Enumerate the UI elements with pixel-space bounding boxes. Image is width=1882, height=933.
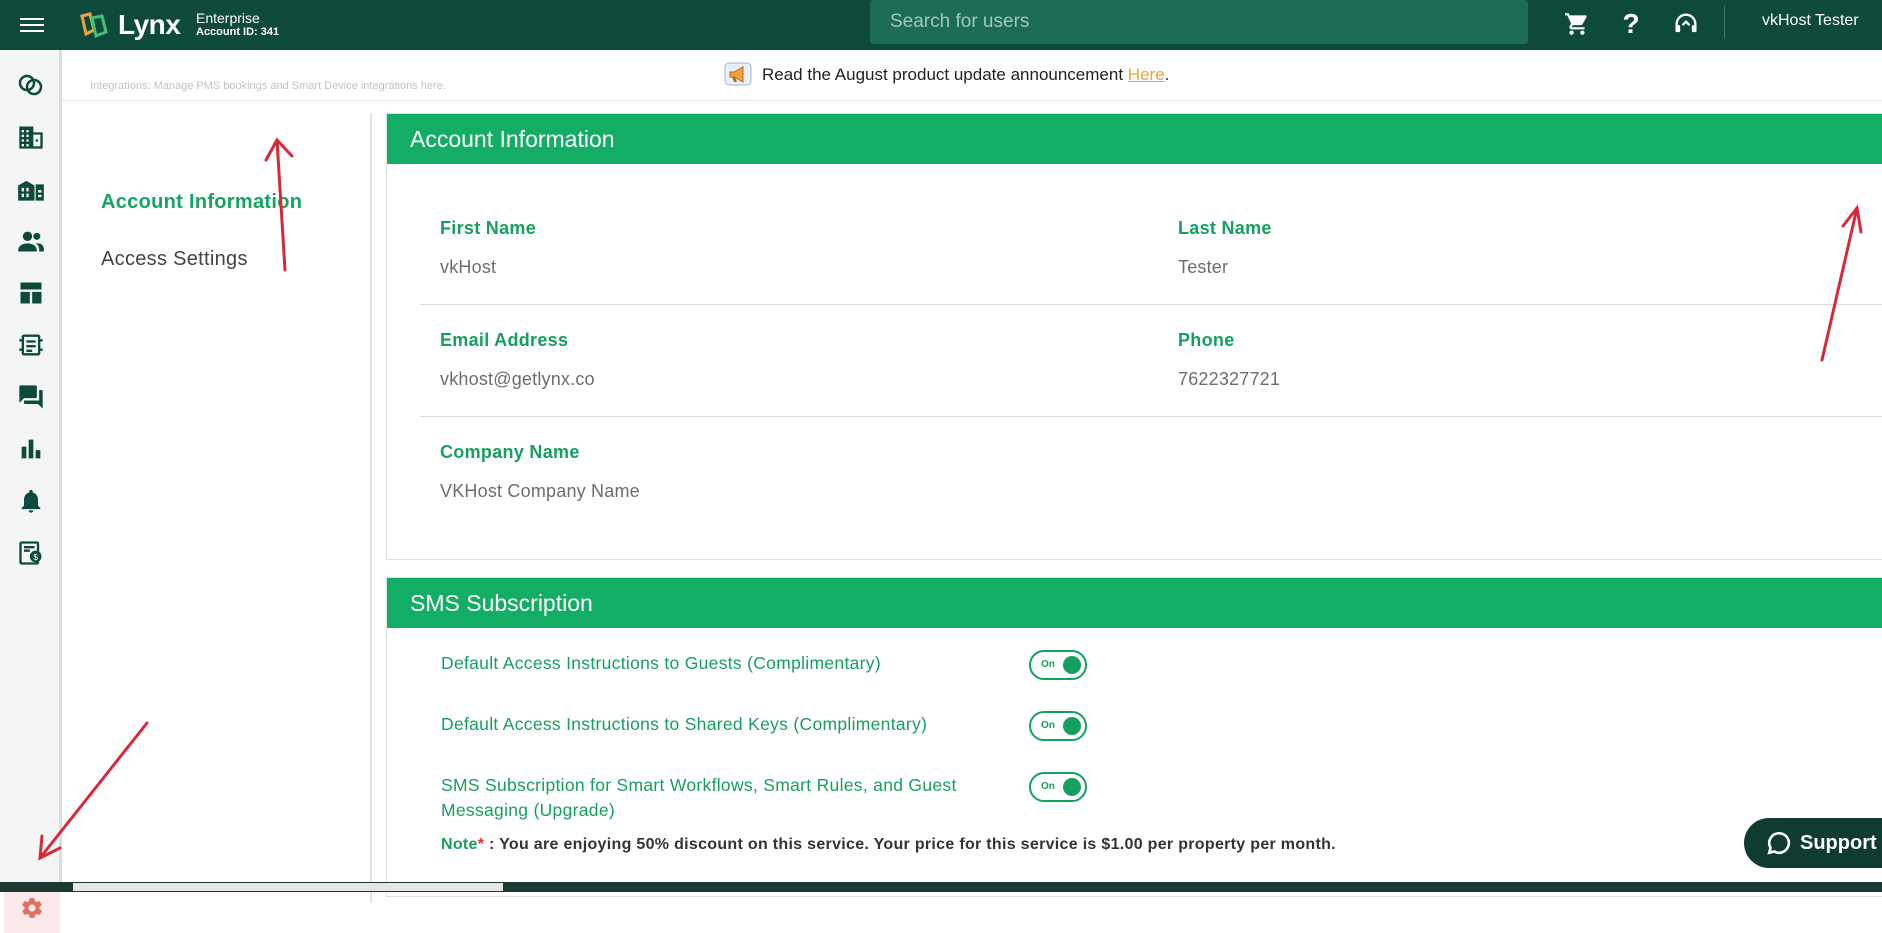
row-divider [420,416,1882,417]
announcement-link[interactable]: Here [1128,65,1165,85]
announcement-bar: Read the August product update announcem… [724,62,1169,88]
sms-subscription-title: SMS Subscription [387,578,1882,628]
company-field: Company Name VKHost Company Name [440,442,640,502]
cart-icon[interactable] [1561,8,1593,40]
toggle-upgrade-label: On [1041,781,1055,792]
scrollbar-thumb[interactable] [73,883,503,891]
email-label: Email Address [440,330,569,350]
email-field: Email Address vkhost@getlynx.co [440,330,595,390]
horizontal-scrollbar[interactable] [0,882,1882,892]
support-label: Support [1800,831,1877,854]
first-name-field: First Name vkHost [440,218,536,278]
help-icon[interactable]: ? [1615,8,1647,40]
side-nav: $ [0,50,62,933]
settings-menu: Account Information Access Settings [62,113,372,903]
last-name-value: Tester [1178,257,1229,277]
sms-row-shared-keys: Default Access Instructions to Shared Ke… [441,714,928,734]
plan-name: Enterprise [196,10,260,26]
phone-label: Phone [1178,330,1235,350]
toggle-shared-keys-label: On [1041,720,1055,731]
topbar-divider [1724,6,1725,38]
plan-info: Enterprise Account ID: 341 [196,10,280,39]
devices-icon[interactable] [14,328,48,362]
analytics-icon[interactable] [14,432,48,466]
email-value: vkhost@getlynx.co [440,369,595,389]
top-bar: Lynx Enterprise Account ID: 341 ? vkHost… [0,0,1882,50]
search-input[interactable] [890,11,1528,33]
page-hint: Integrations: Manage PMS bookings and Sm… [90,80,446,92]
first-name-label: First Name [440,218,537,238]
search-box[interactable] [870,0,1528,44]
toggle-guests[interactable]: On [1029,650,1087,680]
account-information-card: Account Information First Name vkHost La… [386,113,1882,560]
menu-access-settings[interactable]: Access Settings [101,248,248,271]
users-icon[interactable] [14,224,48,258]
account-id: Account ID: 341 [196,26,280,39]
first-name-value: vkHost [440,257,497,277]
announcement-end: . [1164,65,1170,84]
toggle-shared-keys[interactable]: On [1029,711,1087,741]
sms-subscription-card: SMS Subscription Default Access Instruct… [386,577,1882,897]
building-icon[interactable] [14,120,48,154]
bell-icon[interactable] [14,484,48,518]
phone-value: 7622327721 [1178,369,1281,389]
support-button[interactable]: Support [1744,818,1882,868]
billing-icon[interactable]: $ [14,536,48,570]
company-label: Company Name [440,442,580,462]
account-information-title: Account Information [387,114,1882,164]
chat-icon [1767,831,1791,855]
toggle-guests-label: On [1041,659,1055,670]
last-name-label: Last Name [1178,218,1272,238]
toggle-upgrade[interactable]: On [1029,772,1087,802]
pricing-note: Note* : You are enjoying 50% discount on… [441,836,1336,854]
brand-logo[interactable]: Lynx [78,8,181,42]
last-name-field: Last Name Tester [1178,218,1272,278]
row-divider [420,304,1882,305]
headset-icon[interactable] [1670,8,1702,40]
user-menu[interactable]: vkHost Tester [1762,12,1859,30]
main-content: Integrations: Manage PMS bookings and Sm… [62,50,1882,903]
phone-field: Phone 7622327721 [1178,330,1280,390]
menu-icon[interactable] [20,14,44,34]
messages-icon[interactable] [14,380,48,414]
svg-text:$: $ [33,553,38,562]
brand-name: Lynx [118,9,181,40]
note-label: Note [441,836,478,853]
menu-account-information[interactable]: Account Information [101,191,302,214]
announcement-text: Read the August product update announcem… [762,65,1124,84]
layout-icon[interactable] [14,276,48,310]
sms-row-guests: Default Access Instructions to Guests (C… [441,653,881,673]
sms-row-upgrade: SMS Subscription for Smart Workflows, Sm… [441,775,957,820]
integrations-icon[interactable] [14,68,48,102]
properties-icon[interactable] [14,172,48,206]
lynx-logo-icon [80,12,108,39]
company-value: VKHost Company Name [440,481,640,501]
megaphone-icon [724,62,752,86]
header-divider [62,100,1882,101]
note-text: : You are enjoying 50% discount on this … [484,836,1336,853]
